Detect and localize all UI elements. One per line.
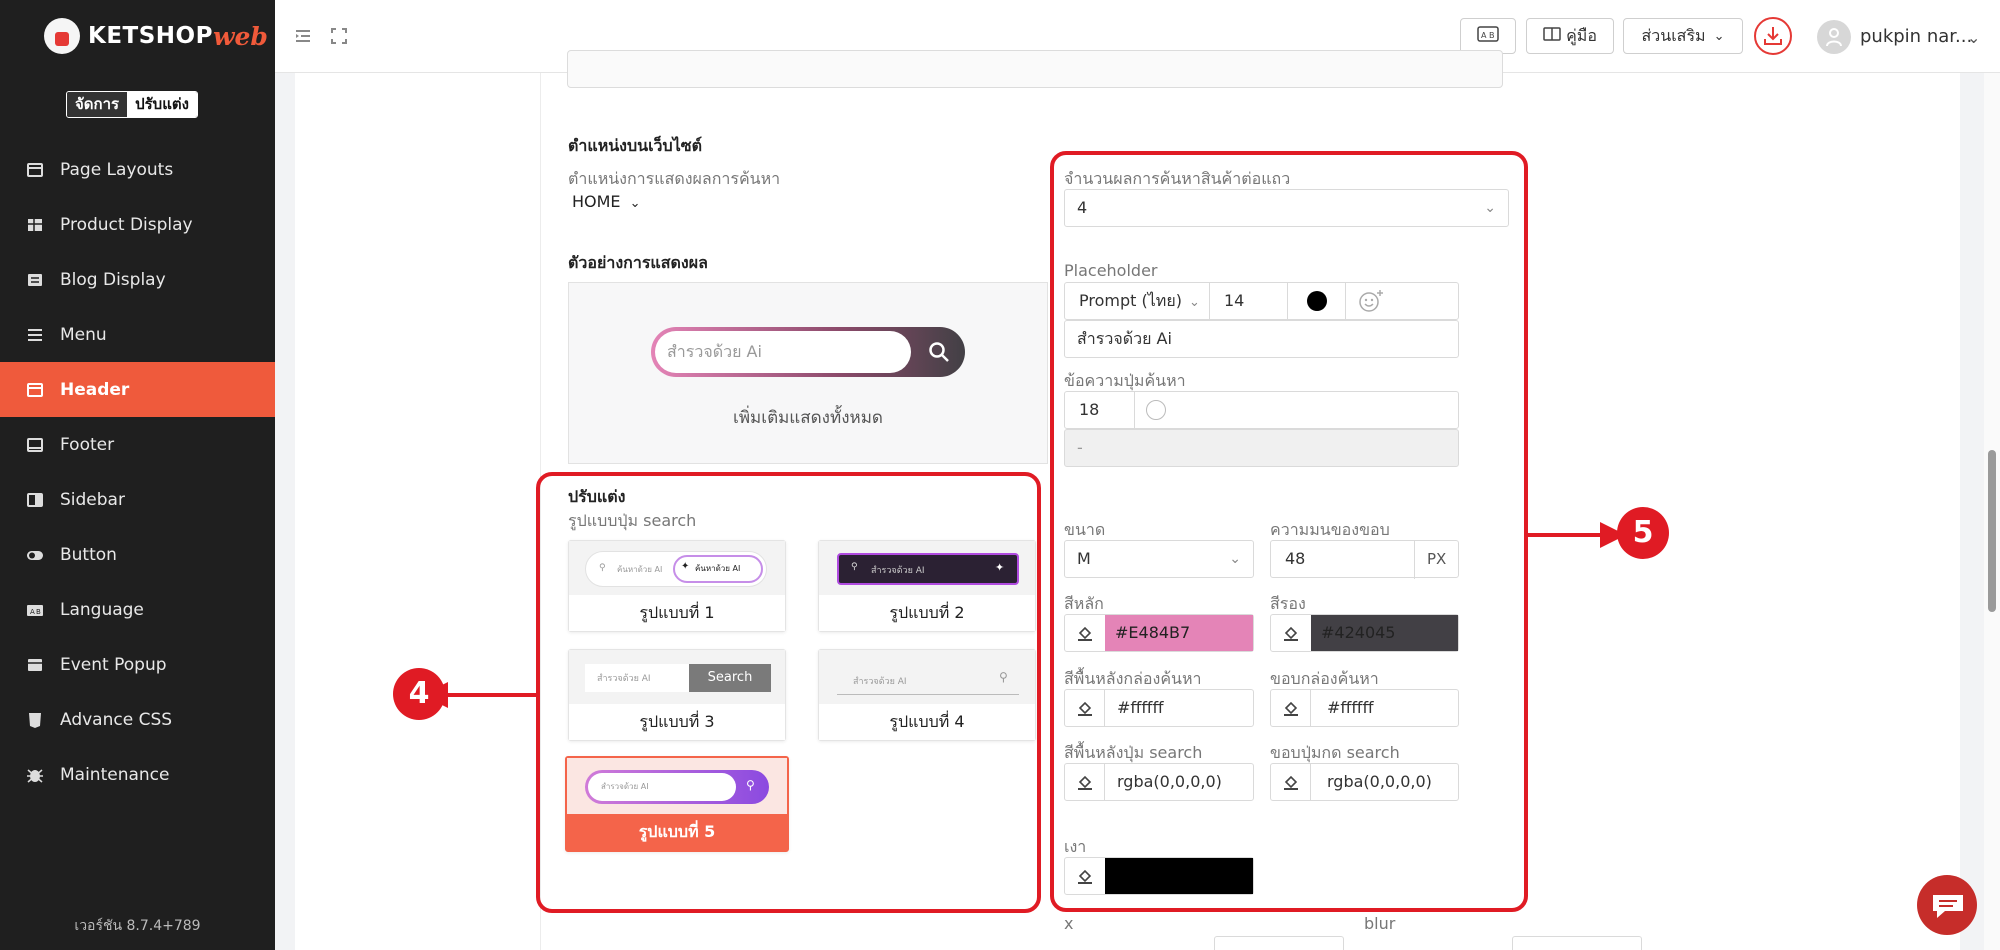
annotation-number-4: 4 <box>393 668 445 720</box>
location-label: ตำแหน่งการแสดงผลการค้นหา <box>568 169 781 188</box>
sidebar-item-label: Blog Display <box>60 269 166 290</box>
svg-text:A: A <box>1481 31 1487 40</box>
download-button[interactable] <box>1754 17 1792 55</box>
sidebar-item-label: Event Popup <box>60 654 167 675</box>
manual-label: คู่มือ <box>1566 25 1597 45</box>
language-icon: AB <box>1477 26 1499 46</box>
preview-search-input: สำรวจด้วย Ai <box>655 331 911 373</box>
annotation-number-5: 5 <box>1617 507 1669 559</box>
event-popup-icon <box>26 656 44 674</box>
preview-show-more: เพิ่มเติมแสดงทั้งหมด <box>733 408 883 428</box>
sidebar-item-label: Sidebar <box>60 489 125 510</box>
collapse-menu-icon[interactable] <box>293 26 313 46</box>
toggle-icon <box>26 546 44 564</box>
language-switch-button[interactable]: AB <box>1460 18 1516 54</box>
preview-heading: ตัวอย่างการแสดงผล <box>568 253 708 272</box>
mode-toggle[interactable]: จัดการ ปรับแต่ง <box>66 91 198 118</box>
book-icon <box>1543 26 1561 46</box>
scrollbar-thumb[interactable] <box>1988 450 1996 612</box>
sidebar-item-sidebar[interactable]: Sidebar <box>0 472 275 527</box>
download-icon <box>1763 25 1783 51</box>
footer-icon <box>26 436 44 454</box>
sidebar-item-maintenance[interactable]: Maintenance <box>0 747 275 802</box>
sidebar-item-label: Language <box>60 599 144 620</box>
mode-manage-button[interactable]: จัดการ <box>67 92 128 117</box>
sidebar-item-event-popup[interactable]: Event Popup <box>0 637 275 692</box>
sidebar-item-label: Footer <box>60 434 115 455</box>
product-display-icon <box>26 216 44 234</box>
sidebar: KETSHOP web จัดการ ปรับแต่ง Page Layouts… <box>0 0 275 950</box>
shadow-x-label: x <box>1064 914 1074 933</box>
sidebar-item-button[interactable]: Button <box>0 527 275 582</box>
sidebar-item-menu[interactable]: Menu <box>0 307 275 362</box>
language-icon: AB <box>26 601 44 619</box>
search-icon <box>927 340 951 364</box>
location-value: HOME <box>572 192 621 211</box>
sidebar-item-label: Maintenance <box>60 764 170 785</box>
location-dropdown[interactable]: HOME ⌄ <box>572 192 641 211</box>
shadow-blur-input[interactable] <box>1512 936 1642 950</box>
logo-icon <box>44 18 80 54</box>
sidebar-item-label: Product Display <box>60 214 193 235</box>
svg-text:B: B <box>1489 31 1495 40</box>
svg-text:B: B <box>36 608 41 616</box>
css-icon <box>26 711 44 729</box>
chat-button[interactable] <box>1917 875 1977 935</box>
chat-icon <box>1931 891 1965 925</box>
partial-input-field[interactable] <box>567 50 1503 88</box>
menu-icon <box>26 326 44 344</box>
sidebar-nav: Page Layouts Product Display Blog Displa… <box>0 142 275 802</box>
chevron-down-icon[interactable]: ⌄ <box>1967 28 1980 47</box>
mode-customize-button[interactable]: ปรับแต่ง <box>127 92 197 117</box>
shadow-x-input[interactable] <box>1214 936 1344 950</box>
manual-button[interactable]: คู่มือ <box>1526 18 1614 54</box>
username[interactable]: pukpin nar... <box>1860 26 1972 47</box>
sidebar-item-advance-css[interactable]: Advance CSS <box>0 692 275 747</box>
shadow-blur-label: blur <box>1364 914 1396 933</box>
chevron-down-icon: ⌄ <box>1713 28 1725 44</box>
version-text: เวอร์ชัน 8.7.4+789 <box>74 918 201 934</box>
location-heading: ตำแหน่งบนเว็บไซต์ <box>568 136 702 155</box>
page-layouts-icon <box>26 161 44 179</box>
user-icon <box>1826 27 1842 51</box>
logo-text: KETSHOP <box>88 23 213 49</box>
addons-dropdown[interactable]: ส่วนเสริม ⌄ <box>1623 18 1743 54</box>
blog-display-icon <box>26 271 44 289</box>
bug-icon <box>26 766 44 784</box>
addons-label: ส่วนเสริม <box>1641 25 1706 45</box>
sidebar-item-label: Advance CSS <box>60 709 173 730</box>
sidebar-item-label: Menu <box>60 324 107 345</box>
chevron-down-icon: ⌄ <box>629 196 641 211</box>
fullscreen-icon[interactable] <box>329 26 349 46</box>
preview-search-bar: สำรวจด้วย Ai <box>651 327 965 377</box>
sidebar-item-page-layouts[interactable]: Page Layouts <box>0 142 275 197</box>
annotation-arrow-right <box>1528 522 1626 548</box>
svg-text:A: A <box>30 608 35 616</box>
annotation-box-right <box>1050 151 1528 912</box>
annotation-box-left <box>536 472 1041 913</box>
sidebar-item-label: Button <box>60 544 117 565</box>
sidebar-item-language[interactable]: AB Language <box>0 582 275 637</box>
sidebar-item-blog-display[interactable]: Blog Display <box>0 252 275 307</box>
sidebar-item-label: Page Layouts <box>60 159 174 180</box>
header-icon <box>26 381 44 399</box>
sidebar-item-label: Header <box>60 379 130 400</box>
avatar[interactable] <box>1817 20 1851 54</box>
sidebar-icon <box>26 491 44 509</box>
logo-web-text: web <box>212 21 268 51</box>
sidebar-item-footer[interactable]: Footer <box>0 417 275 472</box>
logo[interactable]: KETSHOP web <box>44 18 268 54</box>
sidebar-item-header[interactable]: Header <box>0 362 275 417</box>
sidebar-item-product-display[interactable]: Product Display <box>0 197 275 252</box>
